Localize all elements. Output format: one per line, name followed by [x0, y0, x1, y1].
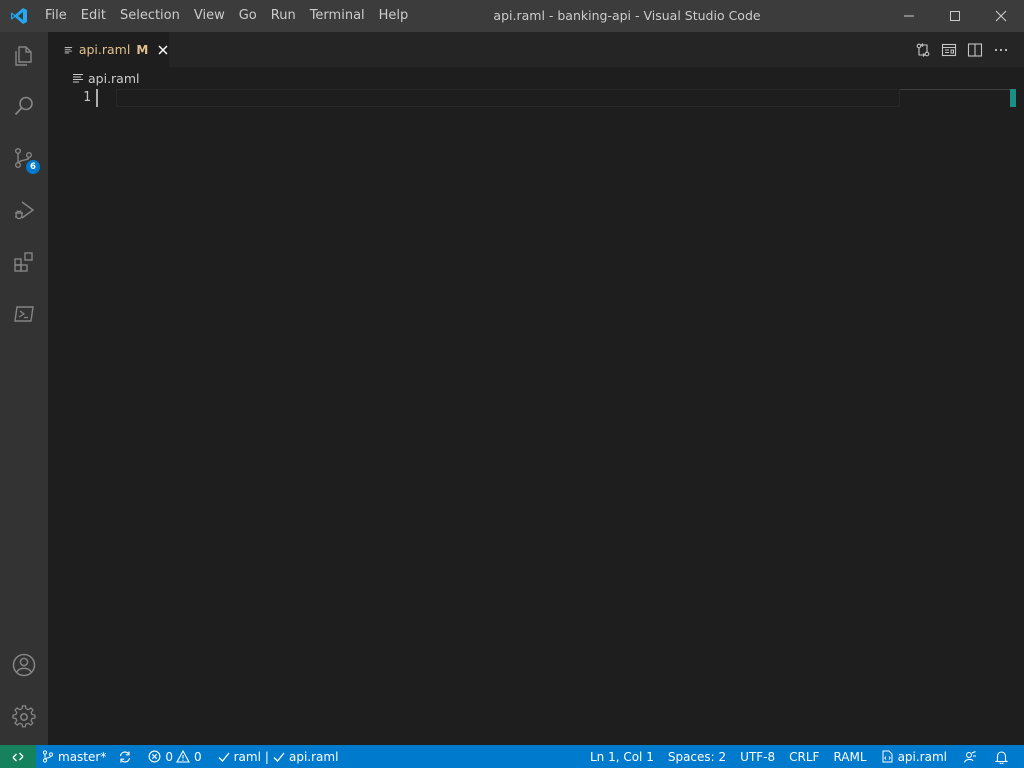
files-icon — [15, 46, 32, 66]
check-icon — [273, 752, 285, 762]
terminal-icon — [14, 306, 34, 322]
tab-api-raml[interactable]: api.raml M — [48, 32, 169, 67]
breadcrumb: api.raml — [48, 67, 1024, 89]
feedback-icon — [963, 750, 976, 763]
title-bar: File Edit Selection View Go Run Terminal… — [0, 0, 1024, 32]
tab-bar: api.raml M — [48, 32, 1024, 67]
minimize-icon — [904, 15, 914, 17]
activity-manage[interactable] — [0, 693, 48, 741]
cursor-scroll-marker — [1010, 89, 1016, 107]
menu-view[interactable]: View — [187, 0, 232, 32]
problems-status[interactable]: 0 0 — [142, 745, 207, 768]
open-changes-button[interactable] — [910, 37, 936, 63]
warning-count: 0 — [193, 749, 202, 764]
remote-indicator[interactable] — [0, 745, 36, 768]
menu-help[interactable]: Help — [372, 0, 416, 32]
file-lines-icon — [73, 73, 83, 83]
status-bar: master* 0 0 raml | api.raml Ln 1, Col 1 … — [0, 745, 1024, 768]
status-separator: | — [264, 749, 269, 764]
split-editor-button[interactable] — [962, 37, 988, 63]
run-debug-icon — [15, 201, 35, 220]
gear-icon — [12, 705, 36, 728]
language-mode[interactable]: RAML — [825, 745, 872, 768]
more-actions-button[interactable] — [988, 37, 1014, 63]
check-icon — [218, 752, 230, 762]
branch-status[interactable]: master* — [36, 745, 112, 768]
activity-explorer[interactable] — [0, 32, 48, 80]
menu-go[interactable]: Go — [232, 0, 264, 32]
menu-selection[interactable]: Selection — [113, 0, 187, 32]
window-controls — [886, 0, 1024, 32]
source-control-badge: 6 — [26, 160, 40, 174]
preview-icon — [941, 43, 957, 56]
indentation[interactable]: Spaces: 2 — [660, 745, 732, 768]
bell-icon — [995, 750, 1008, 764]
notifications-button[interactable] — [987, 745, 1018, 768]
activity-run-debug[interactable] — [0, 186, 48, 234]
activity-accounts[interactable] — [0, 641, 48, 689]
scroll-shadow — [900, 89, 1010, 90]
file-code-icon — [882, 750, 893, 763]
menu-edit[interactable]: Edit — [74, 0, 113, 32]
remote-icon — [12, 752, 24, 761]
cursor-position[interactable]: Ln 1, Col 1 — [584, 745, 660, 768]
status-bar-right: Ln 1, Col 1 Spaces: 2 UTF-8 CRLF RAML ap… — [584, 745, 1024, 768]
current-line-highlight — [116, 89, 900, 107]
close-icon — [158, 44, 168, 55]
split-editor-icon — [967, 42, 983, 57]
warning-icon — [176, 750, 190, 763]
activity-powershell[interactable] — [0, 290, 48, 338]
error-icon — [148, 750, 161, 763]
extensions-icon — [14, 252, 33, 272]
git-branch-icon — [42, 750, 54, 763]
text-cursor — [96, 89, 98, 107]
branch-name: master* — [58, 749, 107, 764]
tab-modified-indicator: M — [136, 42, 149, 57]
raml-validation-status[interactable]: raml | api.raml — [208, 745, 345, 768]
activity-search[interactable] — [0, 82, 48, 130]
menu-bar: File Edit Selection View Go Run Terminal… — [38, 0, 415, 32]
editor-actions — [910, 32, 1014, 67]
error-count: 0 — [165, 749, 173, 764]
feedback-button[interactable] — [953, 745, 987, 768]
menu-run[interactable]: Run — [264, 0, 303, 32]
close-icon — [995, 10, 1007, 22]
close-window-button[interactable] — [978, 0, 1024, 32]
sync-icon — [120, 750, 131, 763]
menu-file[interactable]: File — [38, 0, 74, 32]
file-lines-icon — [64, 46, 73, 53]
file-indicator[interactable]: api.raml — [873, 745, 953, 768]
menu-terminal[interactable]: Terminal — [303, 0, 372, 32]
tab-label: api.raml — [78, 42, 131, 57]
end-of-line[interactable]: CRLF — [781, 745, 825, 768]
maximize-button[interactable] — [932, 0, 978, 32]
maximize-icon — [950, 11, 960, 21]
vscode-logo-icon — [0, 0, 38, 32]
encoding[interactable]: UTF-8 — [732, 745, 781, 768]
compare-changes-icon — [916, 42, 930, 57]
search-icon — [14, 96, 33, 116]
minimize-button[interactable] — [886, 0, 932, 32]
activity-source-control[interactable]: 6 — [0, 134, 48, 182]
file-indicator-label: api.raml — [897, 749, 947, 764]
vertical-scrollbar[interactable] — [1010, 89, 1024, 745]
file-check-label: api.raml — [288, 749, 339, 764]
tab-close-button[interactable] — [157, 42, 169, 58]
line-number: 1 — [83, 90, 91, 105]
ellipsis-icon — [994, 48, 1008, 51]
account-icon — [12, 653, 36, 677]
editor-area[interactable]: 1 — [48, 89, 1024, 745]
sync-button[interactable] — [112, 745, 142, 768]
raml-check-label: raml — [233, 749, 261, 764]
breadcrumb-file[interactable]: api.raml — [88, 71, 140, 86]
open-preview-button[interactable] — [936, 37, 962, 63]
activity-extensions[interactable] — [0, 238, 48, 286]
activity-bar: 6 — [0, 32, 48, 745]
